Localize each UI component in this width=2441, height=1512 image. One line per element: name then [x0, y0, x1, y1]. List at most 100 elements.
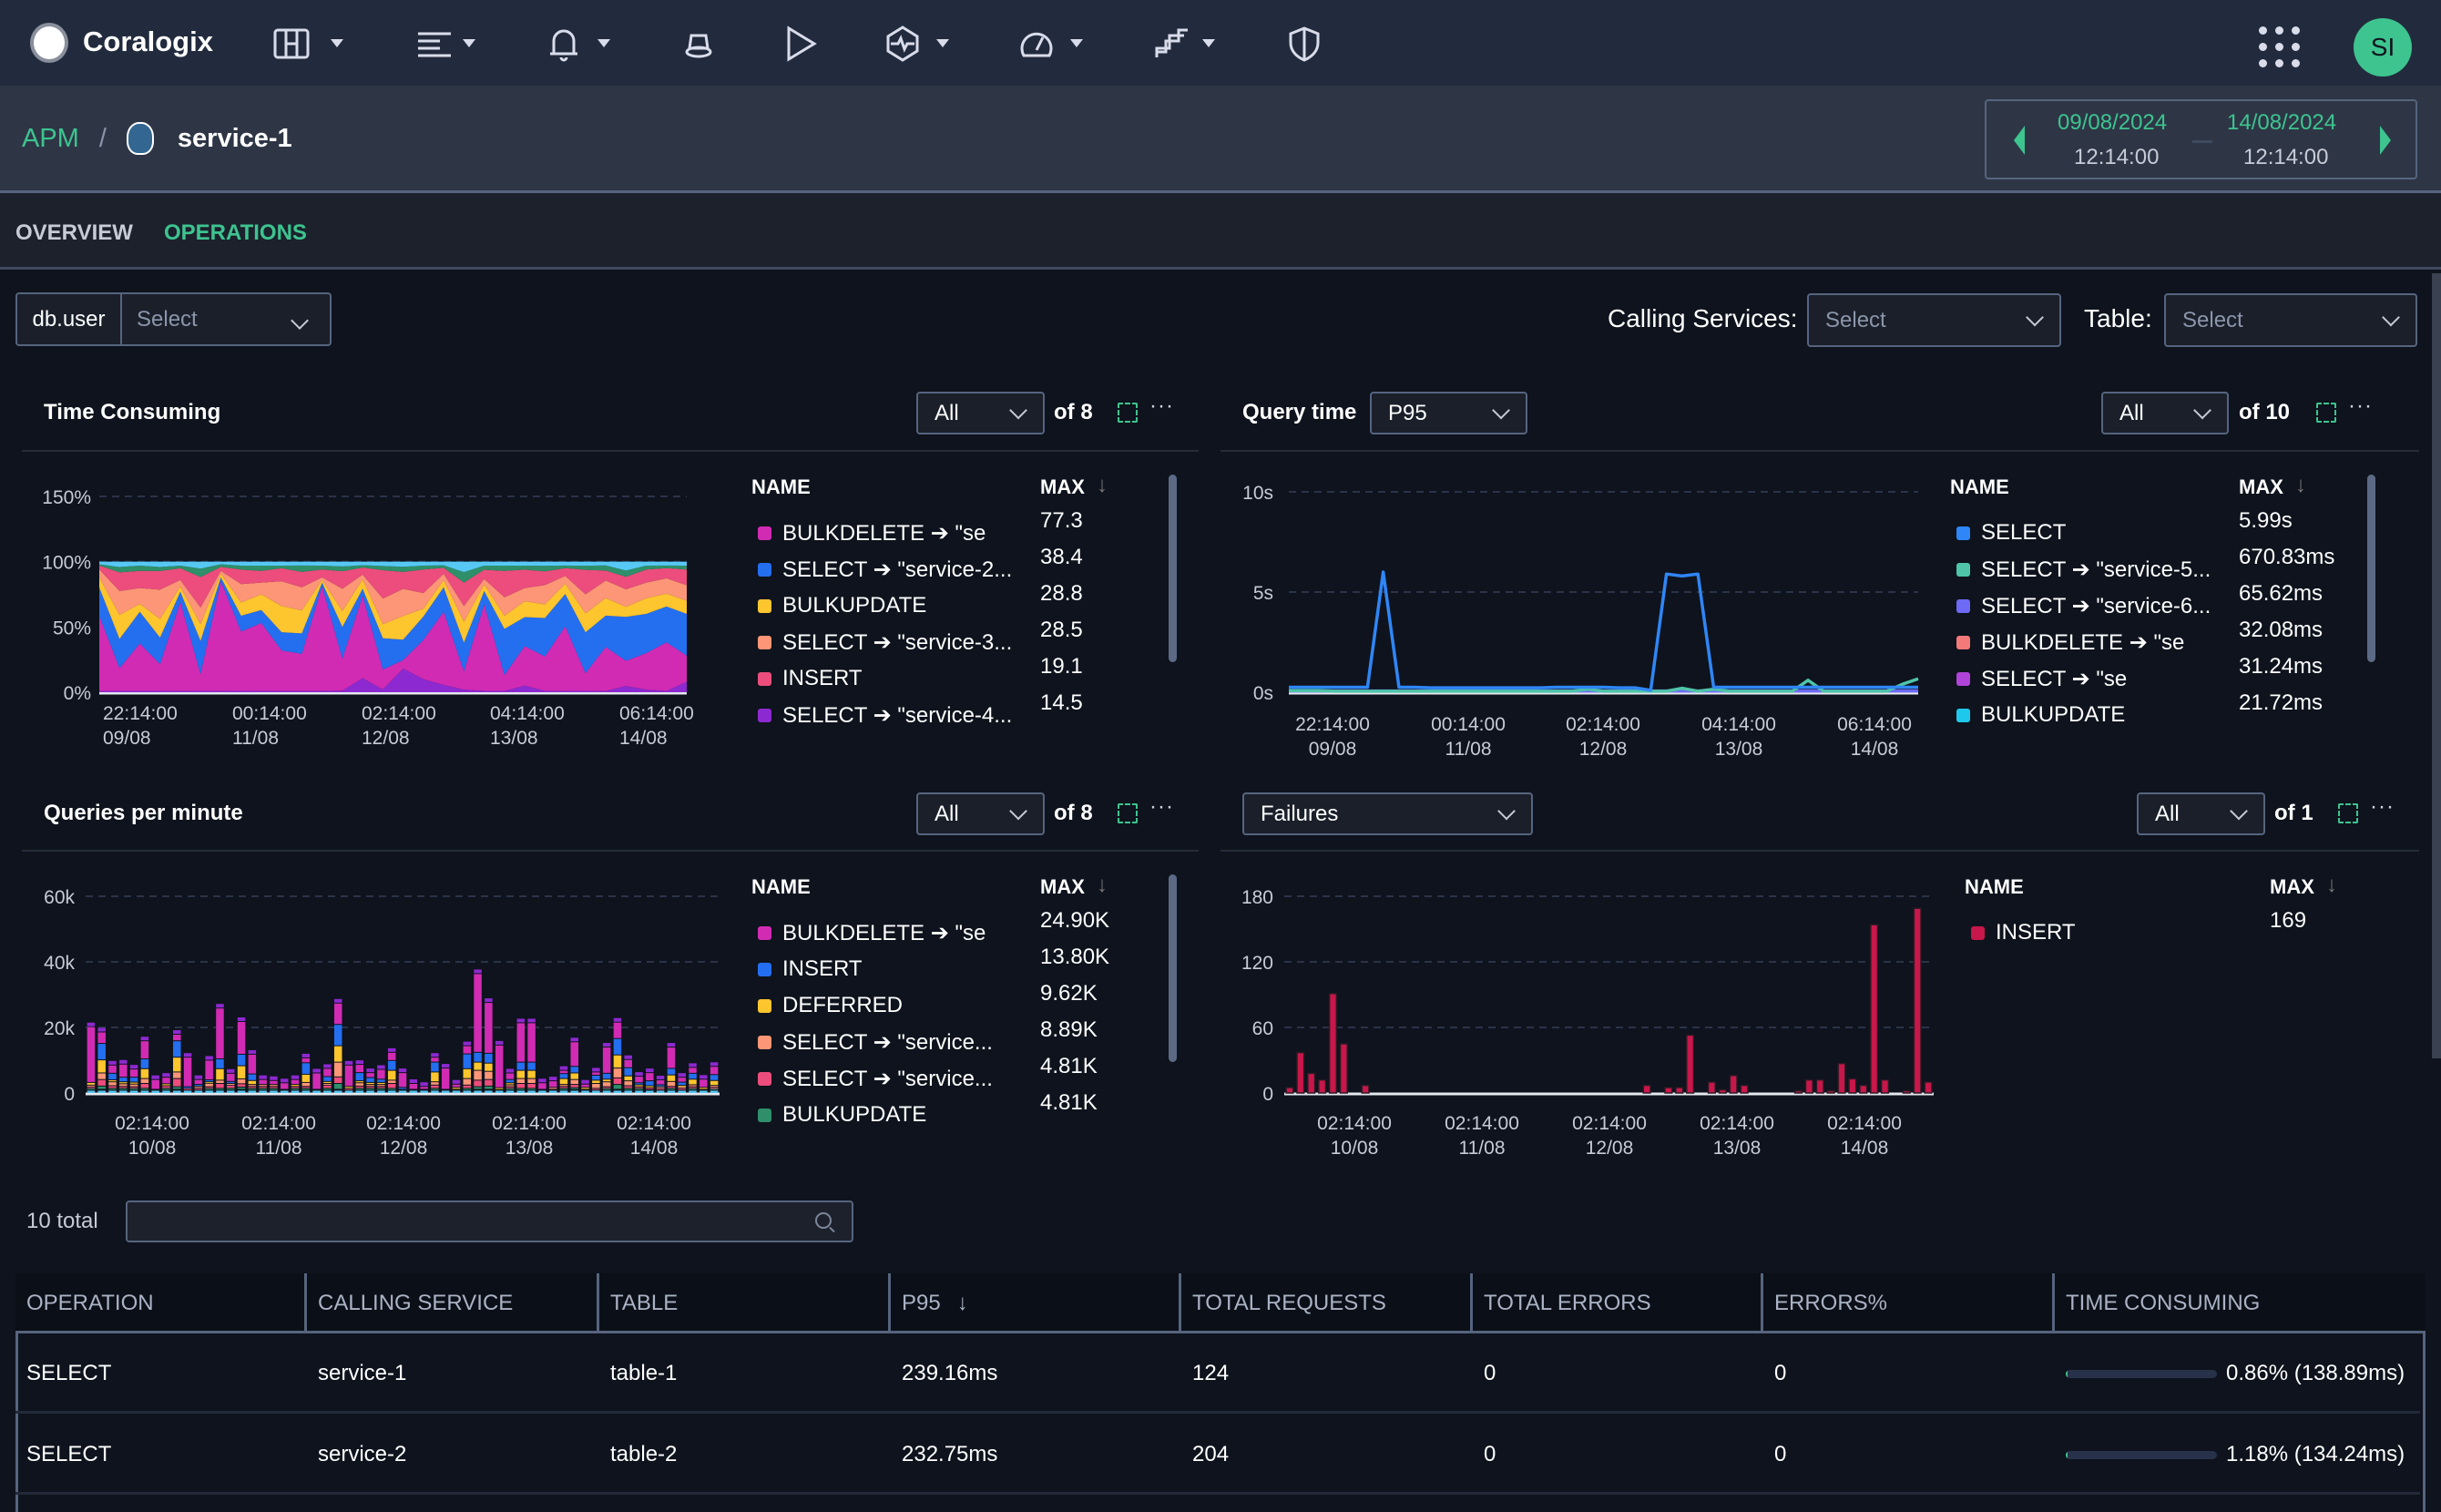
flow-icon[interactable]	[1153, 25, 1191, 63]
avatar[interactable]: SI	[2354, 18, 2412, 77]
column-header-label: ERRORS%	[1774, 1290, 1888, 1315]
sort-down-arrow-icon[interactable]: ↓	[2295, 473, 2306, 498]
column-header[interactable]: TOTAL ERRORS	[1473, 1273, 1763, 1333]
dashboard-icon[interactable]	[272, 25, 311, 63]
more-options-icon[interactable]: ···	[2370, 794, 2395, 820]
range-from-date[interactable]: 09/08/2024	[2058, 110, 2167, 136]
breadcrumb-apm-link[interactable]: APM	[22, 124, 79, 154]
legend-max-header[interactable]: MAX	[2239, 475, 2283, 499]
legend-item[interactable]: SELECT ➔ "service-3...	[758, 629, 1012, 656]
legend-item[interactable]: BULKDELETE ➔ "se	[758, 920, 986, 946]
chevron-down-icon[interactable]	[331, 39, 343, 47]
legend-max-header[interactable]: MAX	[2270, 875, 2314, 899]
bar-segment	[689, 1090, 697, 1093]
page-scrollbar[interactable]	[2432, 273, 2441, 1058]
more-options-icon[interactable]: ···	[1149, 393, 1174, 419]
gauge-icon[interactable]	[1017, 25, 1056, 63]
column-header[interactable]: TOTAL REQUESTS	[1181, 1273, 1473, 1333]
legend-item[interactable]: SELECT ➔ "service-4...	[758, 702, 1012, 729]
legend-item[interactable]: INSERT	[758, 956, 863, 982]
calling-services-select[interactable]: Select	[1807, 293, 2061, 347]
logs-icon[interactable]	[415, 25, 454, 63]
qpm-filter-select[interactable]: All	[916, 792, 1045, 835]
previous-range-arrow-icon[interactable]	[2014, 126, 2025, 155]
legend-item[interactable]: INSERT	[758, 666, 863, 691]
tab-overview[interactable]: OVERVIEW	[15, 220, 133, 246]
x-tick-label: 22:14:00	[1295, 714, 1370, 735]
expand-icon[interactable]	[2338, 803, 2358, 823]
chevron-down-icon[interactable]	[1070, 39, 1083, 47]
bar-segment	[291, 1079, 300, 1085]
alerts-icon[interactable]	[545, 25, 583, 63]
chevron-down-icon[interactable]	[463, 39, 475, 47]
legend-max-header[interactable]: MAX	[1040, 475, 1085, 499]
apps-grid-icon[interactable]	[2259, 26, 2301, 68]
legend-item[interactable]: SELECT ➔ "service...	[758, 1029, 993, 1056]
expand-icon[interactable]	[1118, 403, 1138, 423]
sort-down-arrow-icon[interactable]: ↓	[2326, 873, 2337, 898]
more-options-icon[interactable]: ···	[1149, 794, 1174, 820]
failures-metric-select[interactable]: Failures	[1242, 792, 1533, 835]
legend-item[interactable]: BULKUPDATE	[758, 593, 926, 618]
query-time-filter-select[interactable]: All	[2101, 392, 2229, 434]
bar-segment	[700, 1090, 708, 1093]
date-range-picker[interactable]: 09/08/2024 12:14:00 14/08/2024 12:14:00	[1985, 99, 2417, 179]
legend-item[interactable]: SELECT ➔ "service...	[758, 1066, 993, 1092]
column-header[interactable]: TIME CONSUMING	[2055, 1273, 2426, 1333]
expand-icon[interactable]	[1118, 803, 1138, 823]
legend-item[interactable]: DEFERRED	[758, 993, 903, 1018]
bar-segment	[259, 1090, 267, 1093]
legend-item[interactable]: BULKUPDATE	[758, 1102, 926, 1128]
range-from-time[interactable]: 12:14:00	[2074, 145, 2159, 170]
db-filter[interactable]: db.user Select	[15, 292, 332, 346]
next-range-arrow-icon[interactable]	[2380, 126, 2391, 155]
bar-segment	[485, 1071, 493, 1079]
legend-item[interactable]: SELECT ➔ "service-2...	[758, 557, 1012, 583]
sort-down-arrow-icon[interactable]: ↓	[1097, 873, 1108, 898]
bar-segment	[259, 1075, 267, 1079]
range-to-date[interactable]: 14/08/2024	[2227, 110, 2336, 136]
column-header[interactable]: OPERATION	[15, 1273, 307, 1333]
apm-icon[interactable]	[883, 25, 922, 63]
failures-filter-select[interactable]: All	[2137, 792, 2265, 835]
tab-operations[interactable]: OPERATIONS	[164, 220, 307, 246]
bar-segment	[624, 1090, 632, 1093]
bar-segment	[140, 1090, 149, 1093]
chevron-down-icon[interactable]	[597, 39, 610, 47]
column-header[interactable]: CALLING SERVICE	[307, 1273, 599, 1333]
column-header[interactable]: TABLE	[599, 1273, 891, 1333]
sort-down-arrow-icon[interactable]: ↓	[1097, 473, 1108, 498]
legend-item[interactable]: SELECT ➔ "service-5...	[1956, 557, 2211, 583]
query-time-metric-select[interactable]: P95	[1370, 392, 1527, 434]
sort-down-arrow-icon[interactable]: ↓	[957, 1291, 968, 1316]
chevron-down-icon[interactable]	[936, 39, 949, 47]
shield-icon[interactable]	[1285, 25, 1323, 63]
coralogix-logo-icon[interactable]	[30, 23, 68, 63]
bar-segment	[140, 1078, 149, 1083]
legend-item[interactable]: BULKUPDATE	[1956, 702, 2125, 728]
legend-item[interactable]: SELECT	[1956, 520, 2066, 546]
incidents-icon[interactable]	[679, 25, 718, 63]
column-header[interactable]: ERRORS%	[1763, 1273, 2055, 1333]
expand-icon[interactable]	[2316, 403, 2336, 423]
bar-segment	[431, 1057, 439, 1062]
more-options-icon[interactable]: ···	[2348, 393, 2373, 419]
brand-name[interactable]: Coralogix	[83, 26, 213, 58]
legend-item[interactable]: BULKDELETE ➔ "se	[1956, 629, 2184, 656]
time-consuming-filter-select[interactable]: All	[916, 392, 1045, 434]
legend-item[interactable]: SELECT ➔ "service-6...	[1956, 593, 2211, 619]
legend-scrollbar[interactable]	[2367, 475, 2375, 662]
play-icon[interactable]	[781, 25, 820, 63]
legend-scrollbar[interactable]	[1169, 874, 1177, 1062]
operations-search-input[interactable]	[126, 1200, 853, 1242]
table-filter-select[interactable]: Select	[2164, 293, 2417, 347]
range-to-time[interactable]: 12:14:00	[2243, 145, 2328, 170]
legend-item[interactable]: BULKDELETE ➔ "se	[758, 520, 986, 547]
legend-max-header[interactable]: MAX	[1040, 875, 1085, 899]
legend-item[interactable]: INSERT	[1971, 920, 2076, 945]
legend-item[interactable]: SELECT ➔ "se	[1956, 666, 2127, 692]
legend-scrollbar[interactable]	[1169, 475, 1177, 662]
chevron-down-icon[interactable]	[1202, 39, 1215, 47]
bar-segment	[689, 1079, 697, 1085]
column-header[interactable]: P95 ↓	[891, 1273, 1181, 1333]
